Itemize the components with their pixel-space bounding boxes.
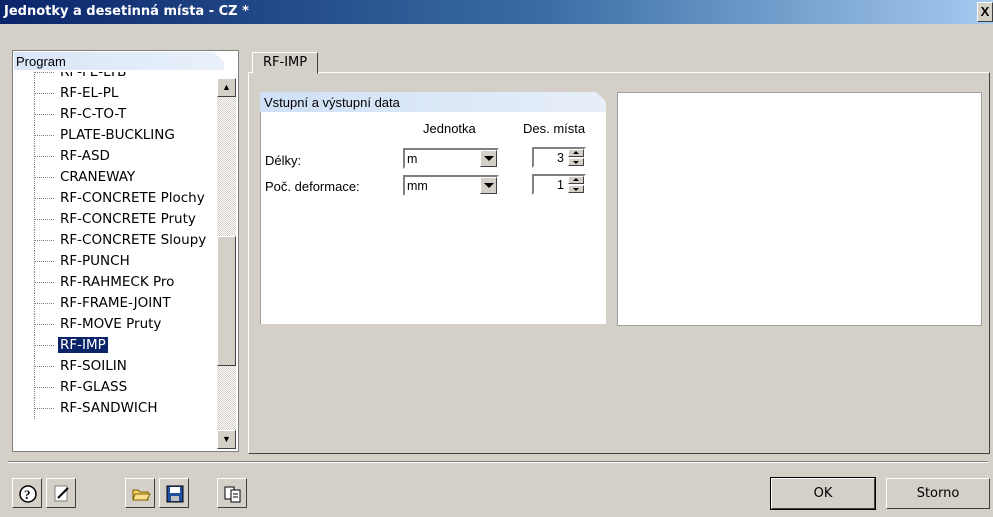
scroll-thumb[interactable] [217, 236, 236, 366]
copy-button[interactable] [217, 478, 247, 508]
edit-icon [54, 485, 69, 502]
tree-item-label: RF-IMP [57, 336, 109, 354]
unit-column-header: Jednotka [423, 121, 476, 136]
group-header: Vstupní a výstupní data [260, 92, 606, 112]
length-unit-value: m [407, 152, 418, 166]
tree-item-label: RF-C-TO-T [60, 106, 127, 122]
tree-item[interactable]: RF-SANDWICH [14, 398, 214, 419]
tree-item[interactable]: CRANEWAY [14, 167, 214, 188]
copy-icon [224, 486, 241, 503]
deformation-unit-select[interactable]: mm [403, 175, 499, 196]
svg-text:?: ? [24, 487, 31, 502]
tree-item[interactable]: RF-ASD [14, 146, 214, 167]
chevron-down-icon[interactable] [480, 177, 497, 194]
tree-item-label: RF-RAHMECK Pro [60, 274, 175, 290]
deformation-unit-value: mm [407, 179, 428, 193]
tree-item-label: RF-MOVE Pruty [60, 316, 162, 332]
tree-item[interactable]: RF-FE-LTB [14, 72, 214, 83]
tree-item-selected[interactable]: RF-IMP [14, 335, 214, 356]
deformation-decimals-value: 1 [557, 178, 564, 192]
tree-item[interactable]: RF-CONCRETE Pruty [14, 209, 214, 230]
spin-up-icon[interactable] [568, 149, 584, 157]
ok-button[interactable]: OK [770, 477, 876, 510]
tree-item-label: RF-ASD [60, 148, 110, 164]
program-tree-header: Program [14, 52, 224, 70]
save-button[interactable] [159, 478, 189, 508]
tree-item-label: RF-FRAME-JOINT [60, 295, 171, 311]
tab-rf-imp[interactable]: RF-IMP [252, 52, 319, 74]
tree-item-label: RF-PUNCH [60, 253, 130, 269]
deformation-label: Poč. deformace: [265, 179, 360, 194]
open-button[interactable] [125, 478, 155, 508]
group-title: Vstupní a výstupní data [264, 95, 400, 110]
help-icon: ? [19, 485, 37, 503]
tree-item-label: RF-SANDWICH [60, 400, 158, 416]
window-title: Jednotky a desetinná místa - CZ * [4, 4, 249, 19]
tree-item[interactable]: RF-PUNCH [14, 251, 214, 272]
tree-item[interactable]: RF-SOILIN [14, 356, 214, 377]
title-bar: Jednotky a desetinná místa - CZ * X [0, 0, 993, 24]
length-unit-select[interactable]: m [403, 148, 499, 169]
tree-item[interactable]: RF-GLASS [14, 377, 214, 398]
help-button[interactable]: ? [12, 478, 42, 508]
edit-button[interactable] [46, 478, 76, 508]
tree-item-label: CRANEWAY [60, 169, 136, 185]
program-tree-header-label: Program [16, 54, 66, 69]
tree-item[interactable]: RF-EL-PL [14, 83, 214, 104]
tree-item-label: RF-CONCRETE Pruty [60, 211, 196, 227]
save-icon [166, 485, 184, 503]
spin-down-icon[interactable] [568, 158, 584, 166]
program-tree[interactable]: RF-FE-LTB RF-EL-PL RF-C-TO-T PLATE-BUCKL… [14, 72, 214, 449]
cancel-button[interactable]: Storno [886, 478, 990, 509]
tree-item-label: RF-FE-LTB [60, 72, 127, 80]
tree-item[interactable]: RF-C-TO-T [14, 104, 214, 125]
length-decimals-value: 3 [557, 151, 564, 165]
tree-item-label: RF-SOILIN [60, 358, 127, 374]
tree-item-label: RF-CONCRETE Plochy [60, 190, 205, 206]
chevron-down-icon[interactable] [480, 150, 497, 167]
scroll-down-button[interactable]: ▼ [217, 430, 236, 449]
spin-down-icon[interactable] [568, 185, 584, 193]
close-button[interactable]: X [977, 2, 993, 22]
tree-item-label: PLATE-BUCKLING [60, 127, 175, 143]
tree-item-label: RF-CONCRETE Sloupy [60, 232, 207, 248]
decimals-column-header: Des. místa [523, 121, 586, 136]
tree-item[interactable]: RF-MOVE Pruty [14, 314, 214, 335]
tree-scrollbar[interactable]: ▲ ▼ [217, 78, 236, 449]
scroll-up-button[interactable]: ▲ [217, 78, 236, 97]
tree-item[interactable]: RF-FRAME-JOINT [14, 293, 214, 314]
tree-item[interactable]: RF-CONCRETE Sloupy [14, 230, 214, 251]
tree-item-label: RF-GLASS [60, 379, 128, 395]
spin-up-icon[interactable] [568, 176, 584, 184]
open-folder-icon [132, 489, 151, 501]
tree-item[interactable]: RF-CONCRETE Plochy [14, 188, 214, 209]
length-decimals-spinner[interactable]: 3 [532, 147, 586, 168]
length-label: Délky: [265, 153, 302, 168]
preview-panel [617, 92, 982, 326]
footer-separator [8, 461, 988, 463]
tree-item-label: RF-EL-PL [60, 85, 119, 101]
tree-item[interactable]: RF-RAHMECK Pro [14, 272, 214, 293]
deformation-decimals-spinner[interactable]: 1 [532, 174, 586, 195]
tree-item[interactable]: PLATE-BUCKLING [14, 125, 214, 146]
